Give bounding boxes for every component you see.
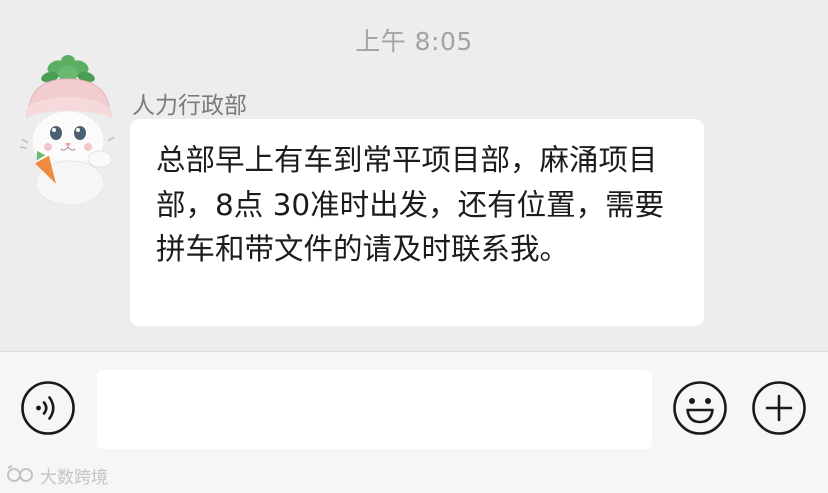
message-text: 总部早上有车到常平项目部，麻涌项目部，8点 30准时出发，还有位置，需要拼车和带… (156, 143, 665, 266)
sender-name: 人力行政部 (132, 93, 247, 119)
watermark-text: 大数跨境 (40, 467, 108, 488)
message-input[interactable] (97, 370, 652, 449)
plus-button[interactable] (751, 380, 807, 436)
emoji-icon (673, 381, 727, 435)
voice-button[interactable] (20, 380, 76, 436)
chat-area: 上午 8:05 人力行政部 总部早上有车到常平项目部，麻涌项目部，8点 30准时… (0, 0, 828, 352)
input-bar (0, 352, 828, 493)
voice-icon (21, 381, 75, 435)
message-timestamp: 上午 8:05 (355, 27, 473, 56)
watermark-logo-icon (7, 465, 33, 482)
cat-avatar-icon[interactable] (19, 55, 116, 207)
plus-icon (752, 381, 806, 435)
emoji-button[interactable] (672, 380, 728, 436)
message-bubble[interactable]: 总部早上有车到常平项目部，麻涌项目部，8点 30准时出发，还有位置，需要拼车和带… (130, 119, 704, 326)
watermark: 大数跨境 (6, 462, 108, 488)
